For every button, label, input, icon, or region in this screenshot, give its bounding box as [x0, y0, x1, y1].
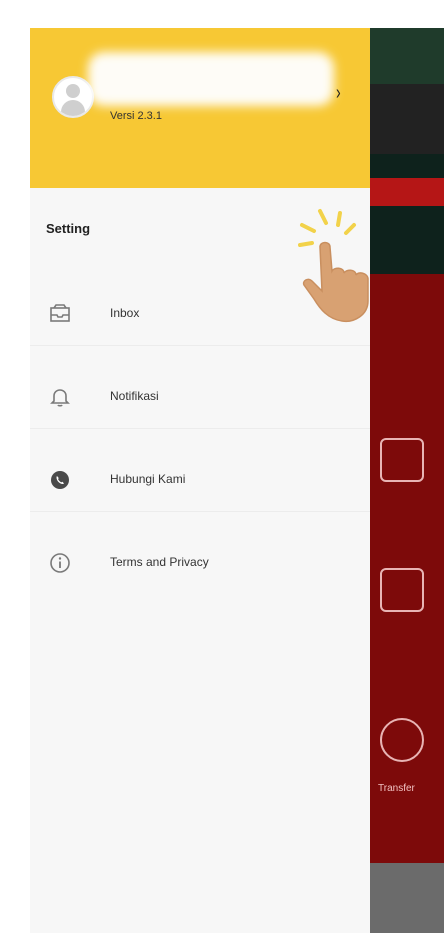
divider — [30, 428, 370, 429]
menu-item-label: Hubungi Kami — [110, 472, 186, 486]
avatar-head — [66, 84, 80, 98]
drawer-header[interactable]: Versi 2.3.1 › — [30, 28, 370, 188]
tap-hint-hand-icon — [298, 209, 369, 323]
setting-title: Setting — [46, 221, 91, 236]
divider — [30, 345, 370, 346]
bell-icon — [50, 389, 70, 407]
background-label-transfer: Transfer — [378, 783, 415, 794]
info-icon — [50, 553, 70, 573]
background-red-strip — [370, 178, 444, 206]
avatar-body — [61, 100, 85, 116]
menu-item-notifikasi[interactable]: Notifikasi — [30, 371, 370, 421]
menu-item-label: Inbox — [110, 306, 140, 320]
menu-item-label: Notifikasi — [110, 389, 159, 403]
phone-icon — [51, 471, 69, 489]
background-icon-3 — [380, 718, 424, 762]
divider — [30, 511, 370, 512]
version-text: Versi 2.3.1 — [110, 110, 162, 122]
navigation-drawer: Versi 2.3.1 › Setting Inbox Notifikasi H… — [30, 28, 370, 933]
background-icon-1 — [380, 438, 424, 482]
chevron-right-icon[interactable]: › — [336, 82, 341, 105]
menu-item-label: Terms and Privacy — [110, 555, 209, 569]
menu-item-hubungi-kami[interactable]: Hubungi Kami — [30, 454, 370, 504]
inbox-icon — [50, 304, 70, 322]
background-banner — [370, 84, 444, 154]
background-icon-2 — [380, 568, 424, 612]
background-bottom-bar — [370, 863, 444, 933]
background-app: Transfer — [370, 28, 444, 933]
username-redacted — [88, 52, 334, 106]
background-topbar — [370, 28, 444, 84]
menu-item-terms-privacy[interactable]: Terms and Privacy — [30, 537, 370, 587]
